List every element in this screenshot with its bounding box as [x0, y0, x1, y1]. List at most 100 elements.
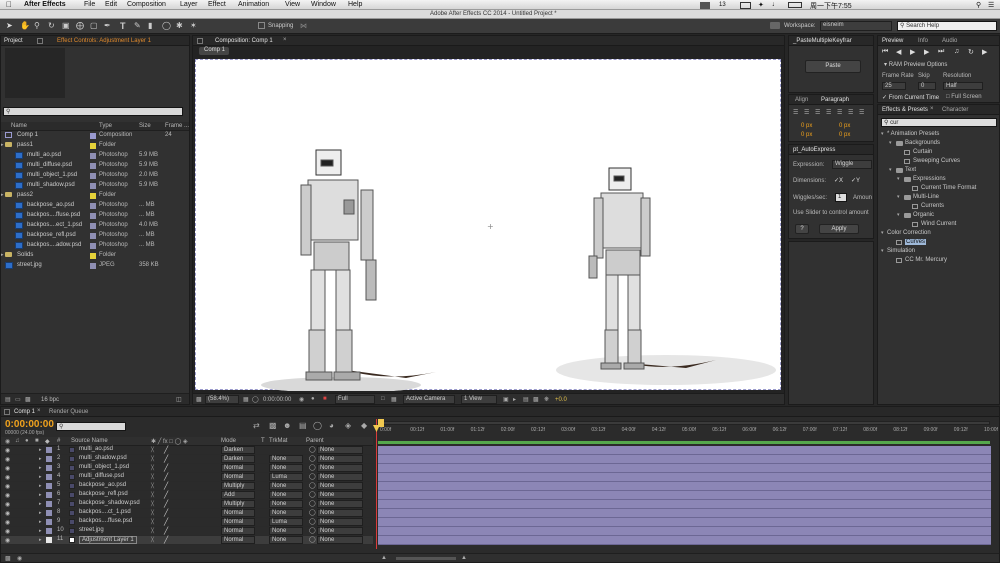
new-folder-icon[interactable]: ▭ [15, 396, 21, 403]
pen-tool-icon[interactable]: ✒ [104, 21, 111, 30]
menu-view[interactable]: View [285, 1, 300, 8]
layer-duration-bar[interactable] [378, 464, 991, 473]
parent-pickwhip-icon[interactable]: ◯ [309, 536, 316, 543]
shy-switch-icon[interactable]: ╳ [151, 474, 154, 480]
effects-tree-item[interactable]: Wind Current [878, 220, 999, 229]
disclosure-triangle-icon[interactable]: ▾ [881, 131, 884, 137]
layer-mode-dropdown[interactable]: Multiply [221, 500, 255, 508]
col-name[interactable]: Name [11, 123, 27, 129]
visibility-eye-icon[interactable]: ◉ [5, 528, 10, 535]
layer-parent-dropdown[interactable]: None [317, 500, 363, 508]
tab-info[interactable]: Info [918, 38, 928, 44]
quality-switch-icon[interactable]: ╱ [164, 500, 168, 508]
label-swatch[interactable] [90, 183, 96, 189]
quality-switch-icon[interactable]: ╱ [164, 518, 168, 526]
tab-audio[interactable]: Audio [942, 38, 957, 44]
parent-pickwhip-icon[interactable]: ◯ [309, 527, 316, 534]
full-screen-checkbox[interactable]: □ Full Screen [946, 94, 982, 100]
layer-label-swatch[interactable] [46, 492, 52, 498]
comp-timecode[interactable]: 0:00:00:00 [263, 397, 291, 403]
shy-switch-icon[interactable]: ╳ [151, 528, 154, 534]
layer-source-name[interactable]: multi_shadow.psd [79, 455, 127, 461]
layer-duration-bar[interactable] [378, 473, 991, 482]
quality-switch-icon[interactable]: ╱ [164, 473, 168, 481]
visibility-eye-icon[interactable]: ◉ [5, 501, 10, 508]
next-frame-icon[interactable]: ▶ [924, 48, 929, 56]
timeline-search-input[interactable]: ⚲ [56, 422, 126, 431]
project-item[interactable]: ▸ pass2 Folder [1, 191, 189, 201]
interpret-footage-icon[interactable]: ▤ [5, 396, 11, 403]
label-swatch[interactable] [90, 163, 96, 169]
layer-duration-bar[interactable] [378, 509, 991, 518]
expand-layer-icon[interactable]: ▸ [39, 465, 42, 471]
layer-source-name[interactable]: backpose_refl.psd [79, 491, 128, 497]
layer-mode-dropdown[interactable]: Darken [221, 446, 255, 454]
audio-icon[interactable]: ♫ [954, 48, 959, 55]
layer-mode-dropdown[interactable]: Normal [221, 509, 255, 517]
layer-source-name[interactable]: street.jpg [79, 527, 104, 533]
type-tool-icon[interactable]: T [120, 21, 126, 31]
layer-row[interactable]: ◉ ▸ 9 backpos....ffuse.psd ╳ ╱ Normal Luma ◯ None [1, 518, 373, 527]
graph-editor-icon[interactable]: ◕ [329, 421, 334, 430]
expand-layer-icon[interactable]: ▸ [39, 456, 42, 462]
project-search-input[interactable]: ⚲ [3, 107, 183, 116]
layer-source-name[interactable]: backpos....ct_1.psd [79, 509, 131, 515]
disclosure-triangle-icon[interactable]: ▾ [897, 212, 900, 218]
frame-blending-icon[interactable]: ▤ [299, 421, 307, 430]
timeline-icon[interactable]: ▤ [523, 396, 529, 403]
bluetooth-icon[interactable]: ✦ [758, 1, 764, 9]
layer-source-name[interactable]: multi_object_1.psd [79, 464, 129, 470]
always-preview-icon[interactable]: ▩ [196, 396, 202, 403]
expand-layer-icon[interactable]: ▸ [39, 474, 42, 480]
layer-mode-dropdown[interactable]: Darken [221, 455, 255, 463]
quality-switch-icon[interactable]: ╱ [164, 464, 168, 472]
keyframe-icon[interactable]: ◆ [361, 421, 367, 430]
tab-preview[interactable]: Preview [882, 38, 903, 44]
layer-row[interactable]: ◉ ▸ 11 Adjustment Layer 1 ╳ ╱ Normal None ◯ None [1, 536, 373, 545]
project-item[interactable]: multi_shadow.psd Photoshop 5.9 MB [1, 181, 189, 191]
work-area-navigator[interactable] [378, 421, 990, 425]
effects-tree-item[interactable]: ▾ * Animation Presets [878, 130, 999, 139]
parent-pickwhip-icon[interactable]: ◯ [309, 509, 316, 516]
layer-duration-bar[interactable] [378, 446, 991, 455]
roi-icon[interactable]: □ [381, 396, 385, 402]
shy-switch-icon[interactable]: ╳ [151, 483, 154, 489]
tab-composition[interactable]: Composition: Comp 1 [215, 38, 273, 44]
timeline-zoom-slider[interactable] [396, 557, 456, 560]
num-header[interactable]: # [57, 438, 60, 444]
paste-button[interactable]: Paste [805, 60, 861, 73]
effects-tree-item[interactable]: ▾ Color Correction [878, 229, 999, 238]
zoom-tool-icon[interactable]: ⚲ [34, 21, 40, 30]
effects-tree-item[interactable]: Sweeping Curves [878, 157, 999, 166]
zoom-out-icon[interactable]: ▲ [381, 555, 387, 561]
parent-header[interactable]: Parent [306, 438, 324, 444]
layer-duration-bar[interactable] [378, 536, 991, 545]
project-item[interactable]: Comp 1 Composition 24 [1, 131, 189, 141]
project-item[interactable]: ▸ Solids Folder [1, 251, 189, 261]
col-type[interactable]: Type [99, 123, 112, 129]
wiggles-input[interactable]: 1 [835, 193, 847, 202]
layer-label-swatch[interactable] [46, 501, 52, 507]
visibility-eye-icon[interactable]: ◉ [5, 492, 10, 499]
layer-row[interactable]: ◉ ▸ 7 backpose_shadow.psd ╳ ╱ Multiply None ◯ Non… [1, 500, 373, 509]
lock-icon[interactable] [37, 38, 43, 44]
layer-mode-dropdown[interactable]: Multiply [221, 482, 255, 490]
apple-icon[interactable]:  [6, 0, 12, 9]
t-header[interactable]: T [261, 438, 265, 444]
switches-header-icon[interactable]: ✱ ╱ fx □ ◯ ◈ [151, 438, 188, 445]
current-time-indicator[interactable] [376, 419, 377, 549]
rotate-tool-icon[interactable]: ↻ [48, 21, 55, 30]
spotlight-icon[interactable]: ⚲ [976, 1, 981, 9]
layer-mode-dropdown[interactable]: Add [221, 491, 255, 499]
layer-parent-dropdown[interactable]: None [317, 482, 363, 490]
layer-parent-dropdown[interactable]: None [317, 536, 363, 544]
dropbox-icon[interactable] [700, 2, 710, 9]
indent-right[interactable]: 0 px [839, 123, 850, 129]
label-swatch[interactable] [90, 143, 96, 149]
comp-mini-flowchart-icon[interactable]: ⇄ [253, 421, 260, 430]
label-swatch[interactable] [90, 223, 96, 229]
layer-mode-dropdown[interactable]: Normal [221, 473, 255, 481]
layer-row[interactable]: ◉ ▸ 10 street.jpg ╳ ╱ Normal None ◯ None [1, 527, 373, 536]
tab-character[interactable]: Character [942, 107, 968, 113]
toggle-modes-icon[interactable]: ◉ [17, 555, 22, 562]
